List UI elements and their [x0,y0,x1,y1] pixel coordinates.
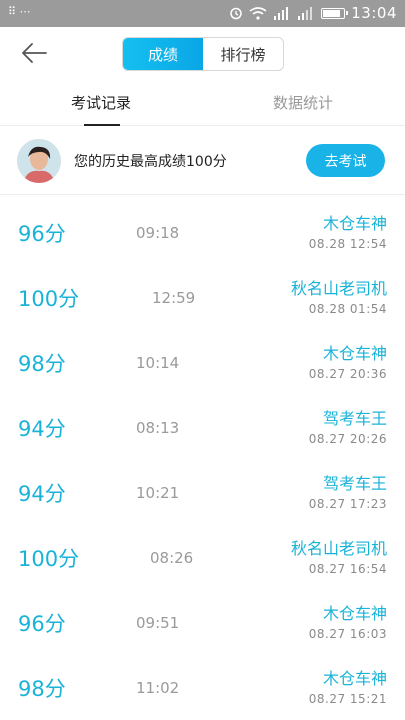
record-score: 100分 [18,287,80,311]
record-date: 08.27 16:03 [308,627,387,641]
clock: 13:04 [351,4,397,22]
record-row[interactable]: 100分 08:26 秋名山老司机 08.27 16:54 [0,521,405,586]
status-left: ⠿ ⋯ [8,5,31,18]
record-duration: 10:14 [136,354,180,372]
avatar-image [17,139,61,183]
record-username: 木仓车神 [322,669,387,688]
record-score: 98分 [18,352,66,376]
record-username: 驾考车王 [322,474,387,493]
best-score-text: 您的历史最高成绩100分 [74,154,227,170]
record-row[interactable]: 94分 08:13 驾考车王 08.27 20:26 [0,391,405,456]
seg-tab-leaderboard[interactable]: 排行榜 [203,38,283,70]
header: 成绩 排行榜 [0,27,405,81]
record-duration: 09:51 [136,614,180,632]
back-arrow-icon[interactable] [20,41,48,65]
record-duration: 10:21 [136,484,180,502]
record-duration: 12:59 [152,289,196,307]
avatar [17,139,61,183]
record-username: 木仓车神 [322,604,387,623]
record-row[interactable]: 94分 10:21 驾考车王 08.27 17:23 [0,456,405,521]
seg-tab-scores[interactable]: 成绩 [123,38,203,70]
battery-fill [323,9,341,17]
record-score: 96分 [18,222,66,246]
signal2-icon [298,6,313,20]
record-score: 96分 [18,612,66,636]
record-username: 秋名山老司机 [290,539,387,558]
record-username: 木仓车神 [322,344,387,363]
record-username: 木仓车神 [322,214,387,233]
record-duration: 09:18 [136,224,180,242]
alarm-icon [230,7,243,20]
segmented-control: 成绩 排行榜 [122,37,284,71]
wifi-icon [249,6,267,20]
status-bar: ⠿ ⋯ 13:04 [0,0,405,27]
record-duration: 08:26 [150,549,194,567]
record-duration: 08:13 [136,419,180,437]
record-score: 98分 [18,677,66,701]
battery-icon [321,7,349,19]
record-date: 08.27 20:36 [308,367,387,381]
record-date: 08.27 17:23 [308,497,387,511]
best-score-row: 您的历史最高成绩100分 去考试 [0,127,405,195]
record-score: 100分 [18,547,80,571]
notification-icons: ⠿ ⋯ [8,5,31,18]
tab-bar: 考试记录 数据统计 [0,81,405,126]
record-date: 08.27 15:21 [308,692,387,706]
record-score: 94分 [18,417,66,441]
record-row[interactable]: 96分 09:18 木仓车神 08.28 12:54 [0,196,405,261]
record-row[interactable]: 98分 11:02 木仓车神 08.27 15:21 [0,651,405,716]
record-score: 94分 [18,482,66,506]
status-right: 13:04 [229,4,397,22]
signal-icon [274,6,289,20]
record-date: 08.27 20:26 [308,432,387,446]
record-username: 秋名山老司机 [290,279,387,298]
go-exam-button[interactable]: 去考试 [306,144,385,177]
record-row[interactable]: 96分 09:51 木仓车神 08.27 16:03 [0,586,405,651]
record-date: 08.28 01:54 [308,302,387,316]
tab-statistics[interactable]: 数据统计 [202,81,404,125]
record-row[interactable]: 98分 10:14 木仓车神 08.27 20:36 [0,326,405,391]
tab-exam-records[interactable]: 考试记录 [0,81,202,126]
record-list: 96分 09:18 木仓车神 08.28 12:54 100分 12:59 秋名山老司机 08… [0,196,405,716]
record-row[interactable]: 100分 12:59 秋名山老司机 08.28 01:54 [0,261,405,326]
record-date: 08.28 12:54 [308,237,387,251]
record-username: 驾考车王 [322,409,387,428]
record-duration: 11:02 [136,679,180,697]
record-date: 08.27 16:54 [308,562,387,576]
